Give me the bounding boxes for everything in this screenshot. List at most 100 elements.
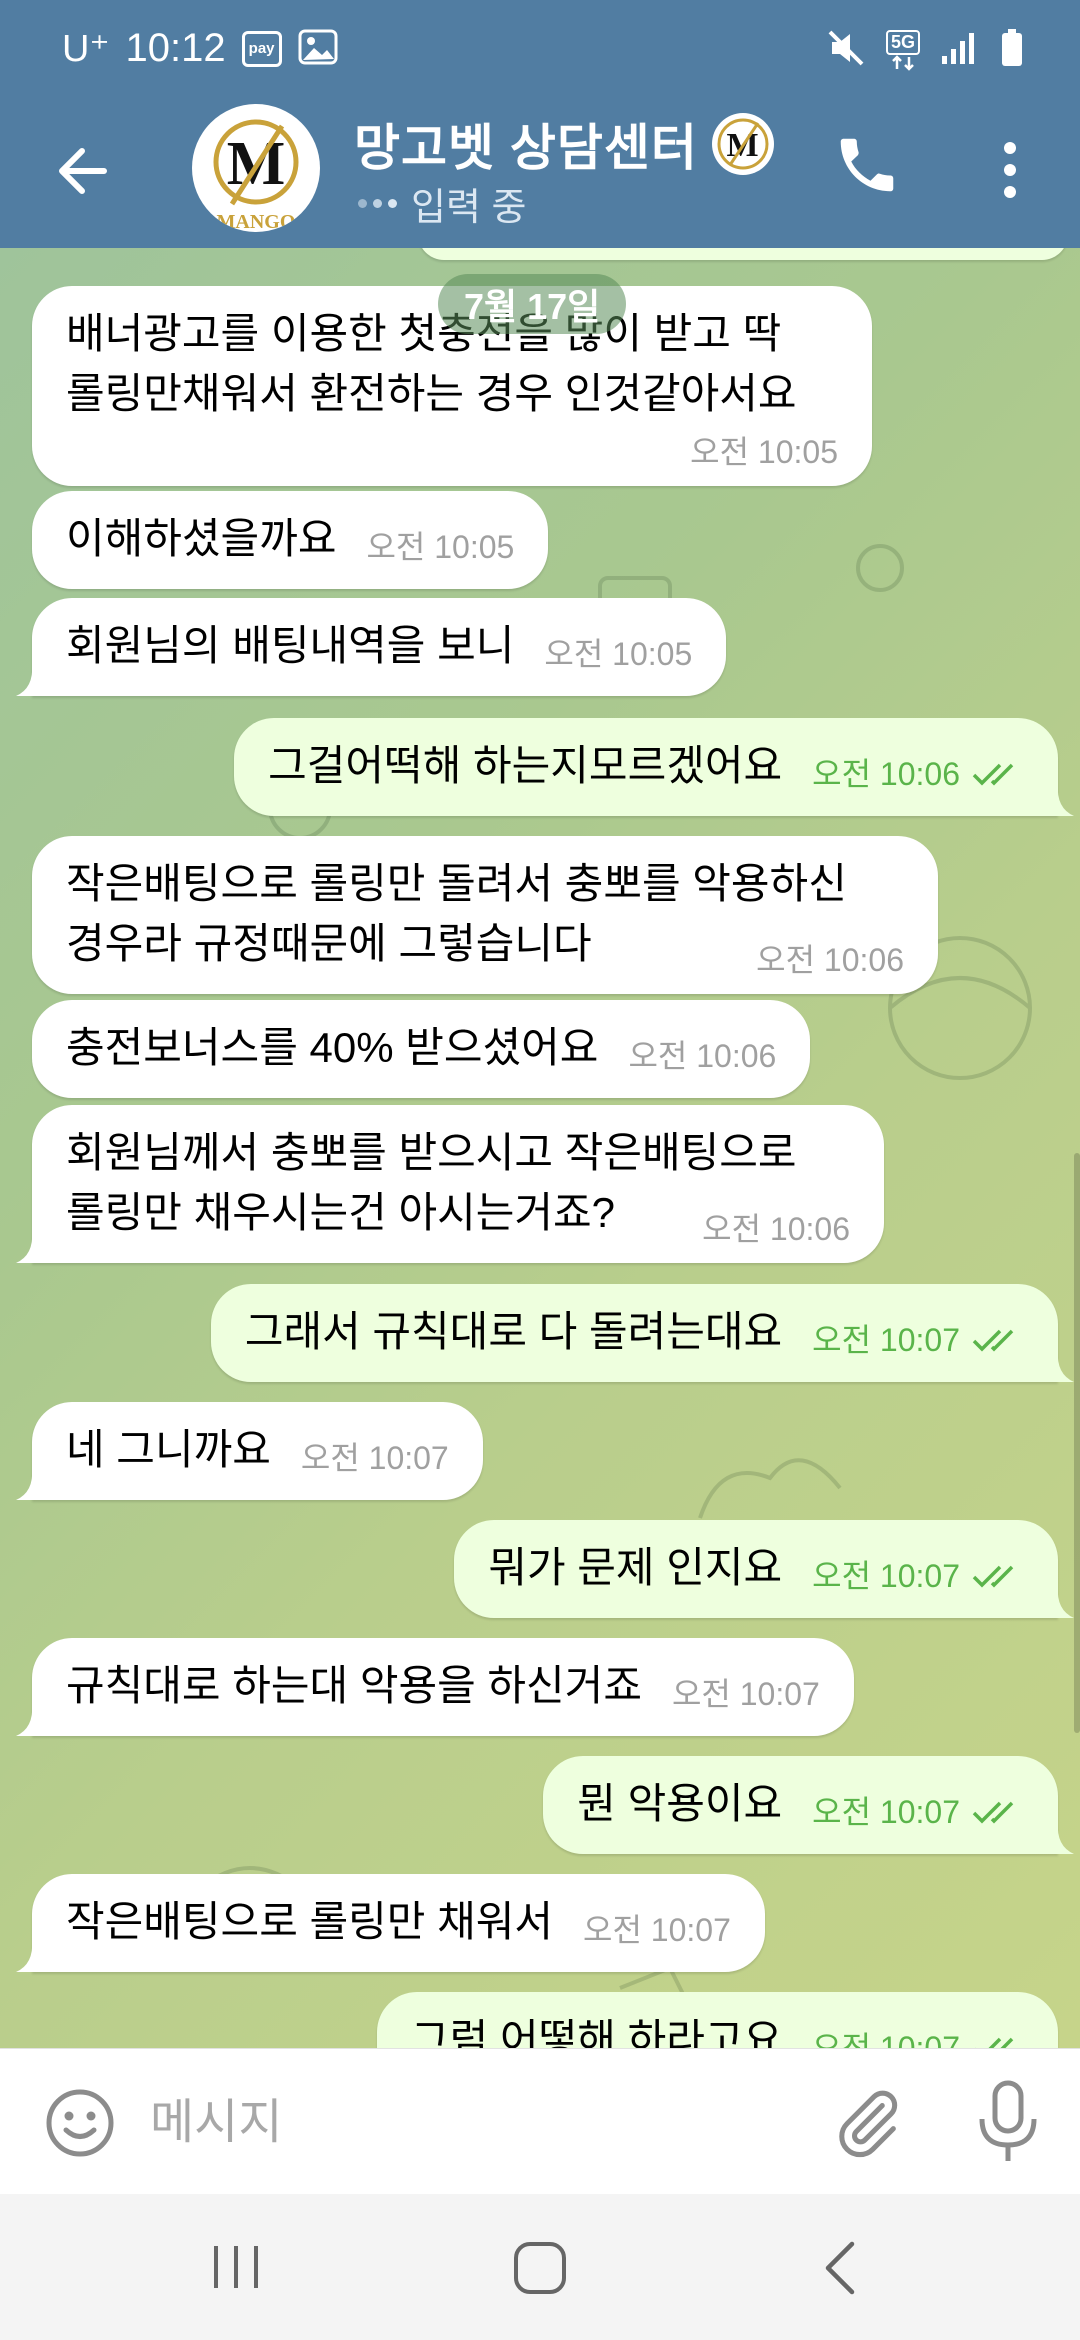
more-options-button[interactable]: [990, 130, 1030, 210]
bubble-tail: [16, 1940, 48, 1972]
back-button[interactable]: [50, 136, 120, 206]
scrollbar[interactable]: [1074, 1153, 1080, 1733]
chevron-left-icon: [825, 2241, 855, 2295]
chat-title[interactable]: 망고벳 상담센터 M: [354, 108, 774, 180]
message-bubble-incoming[interactable]: 이해하셨을까요 오전 10:05: [32, 491, 549, 589]
message-text: 작은배팅으로 롤링만 돌려서 충뽀를 악용하신 경우라 규정때문에 그렇습니다: [66, 860, 847, 967]
message-time: 오전 10:05: [690, 434, 838, 470]
gallery-icon: [298, 29, 338, 69]
carrier-label: U⁺: [62, 28, 110, 70]
message-time: 오전 10:05: [544, 636, 693, 672]
message-bubble-outgoing[interactable]: 그럼 어떻해 하라고요 오전 10:07: [377, 1992, 1058, 2048]
system-back-button[interactable]: [818, 2238, 862, 2298]
message-text: 그걸어떡해 하는지모르겠어요: [268, 742, 783, 789]
bubble-tail: [16, 1231, 48, 1263]
avatar[interactable]: M MANGO: [192, 104, 320, 232]
read-checkmarks-icon: [972, 1801, 1014, 1824]
message-text: 네 그니까요: [66, 1426, 271, 1473]
message-time: 오전 10:05: [366, 529, 515, 565]
mango-badge-icon: M: [711, 113, 774, 175]
message-input[interactable]: [150, 2075, 770, 2169]
bubble-tail: [1042, 784, 1074, 816]
message-text: 작은배팅으로 롤링만 채워서: [66, 1898, 554, 1945]
message-text: 회원님께서 충뽀를 받으시고 작은배팅으로 롤링만 채우시는건 아시는거죠?: [66, 1129, 797, 1236]
date-separator: 7월 17일: [438, 274, 627, 334]
bubble-tail: [16, 1468, 48, 1500]
status-time: 10:12: [125, 26, 226, 70]
voice-record-button[interactable]: [970, 2079, 1046, 2165]
network-label: 5G: [885, 29, 920, 55]
chat-header: M MANGO 망고벳 상담센터 M 입력 중: [0, 100, 1080, 248]
message-bubble-incoming[interactable]: 충전보너스를 40% 받으셨어요 오전 10:06: [32, 1000, 811, 1098]
home-button[interactable]: [510, 2240, 570, 2296]
home-icon: [514, 2242, 566, 2294]
message-text: 충전보너스를 40% 받으셨어요: [66, 1024, 599, 1071]
bubble-tail: [1042, 1586, 1074, 1618]
message-time: 오전 10:07: [812, 2028, 1024, 2048]
call-button[interactable]: [832, 130, 902, 200]
mute-icon: [826, 28, 866, 72]
message-time: 오전 10:07: [583, 1912, 731, 1948]
message-bubble-incoming[interactable]: 작은배팅으로 롤링만 채워서 오전 10:07: [16, 1874, 765, 1972]
bubble-tail: [16, 664, 48, 696]
chat-status-text: 입력 중: [411, 187, 527, 229]
message-time: 오전 10:07: [812, 1792, 1024, 1832]
message-text: 그래서 규칙대로 다 돌려는대요: [244, 1308, 783, 1355]
message-bubble-incoming[interactable]: 회원님의 배팅내역을 보니 오전 10:05: [16, 598, 727, 696]
mango-logo-icon: M MANGO: [194, 106, 318, 232]
message-text: 배너광고를 이용한 첫충전을 많이 받고 딱 롤링만채워서 환전하는 경우 인것…: [66, 310, 797, 417]
status-bar: U⁺ 10:12 pay 5G: [0, 0, 1080, 100]
message-text: 뭔 악용이요: [577, 1780, 783, 1827]
microphone-icon: [979, 2080, 1037, 2161]
back-arrow-icon: [59, 148, 107, 194]
message-bubble-outgoing[interactable]: 뭔 악용이요 오전 10:07: [543, 1756, 1074, 1854]
message-time: 오전 10:07: [300, 1440, 449, 1476]
recent-apps-button[interactable]: [208, 2240, 264, 2294]
read-checkmarks-icon: [975, 2037, 1014, 2048]
chat-status: 입력 중: [358, 176, 526, 231]
message-composer: [0, 2048, 1080, 2194]
message-time: 오전 10:06: [702, 1211, 850, 1247]
message-time: 오전 10:07: [812, 1556, 1024, 1596]
bubble-tail: [1042, 1822, 1074, 1854]
message-time: 오전 10:06: [628, 1038, 777, 1074]
pay-icon: pay: [241, 30, 282, 67]
bubble-tail: [16, 1704, 48, 1736]
system-navigation-bar: [0, 2194, 1080, 2340]
bubble-tail: [1042, 1350, 1074, 1382]
typing-dots-icon: [358, 199, 397, 208]
message-time: 오전 10:06: [812, 754, 1024, 794]
message-bubble-outgoing[interactable]: 그걸어떡해 하는지모르겠어요 오전 10:06: [234, 718, 1074, 816]
message-bubble-outgoing[interactable]: 뭐가 문제 인지요 오전 10:07: [454, 1520, 1074, 1618]
smiley-icon: [46, 2089, 114, 2157]
chat-title-text: 망고벳 상담센터: [354, 120, 698, 176]
more-vertical-icon: [1004, 142, 1016, 198]
message-text: 그럼 어떻해 하라고요: [411, 2016, 783, 2048]
battery-icon: [1000, 28, 1024, 72]
emoji-button[interactable]: [44, 2087, 116, 2159]
chat-messages-area[interactable]: 7월 17일 배너광고를 이용한 첫충전을 많이 받고 딱 롤링만채워서 환전하…: [0, 248, 1080, 2048]
message-bubble-incoming[interactable]: 규칙대로 하는대 악용을 하신거죠 오전 10:07: [16, 1638, 854, 1736]
message-time: 오전 10:06: [756, 942, 904, 978]
phone-icon: [840, 138, 894, 192]
recent-apps-icon: [214, 2246, 258, 2288]
message-time: 오전 10:07: [812, 1320, 1024, 1360]
read-checkmarks-icon: [972, 763, 1014, 786]
svg-text:MANGO: MANGO: [217, 211, 296, 232]
message-bubble-outgoing[interactable]: 그래서 규칙대로 다 돌려는대요 오전 10:07: [210, 1284, 1074, 1382]
paperclip-icon: [839, 2090, 898, 2158]
message-text: 규칙대로 하는대 악용을 하신거죠: [66, 1662, 642, 1709]
message-bubble-incoming[interactable]: 작은배팅으로 롤링만 돌려서 충뽀를 악용하신 경우라 규정때문에 그렇습니다 …: [32, 836, 938, 994]
message-text: 이해하셨을까요: [66, 515, 337, 562]
message-bubble-incoming[interactable]: 네 그니까요 오전 10:07: [16, 1402, 483, 1500]
signal-icon: [940, 30, 980, 70]
attach-button[interactable]: [830, 2085, 906, 2161]
read-checkmarks-icon: [972, 1565, 1014, 1588]
read-checkmarks-icon: [972, 1329, 1014, 1352]
message-bubble-incoming[interactable]: 회원님께서 충뽀를 받으시고 작은배팅으로 롤링만 채우시는건 아시는거죠? 오…: [16, 1105, 884, 1263]
message-text: 회원님의 배팅내역을 보니: [66, 622, 515, 669]
network-5g-icon: 5G: [885, 29, 920, 71]
message-time: 오전 10:07: [671, 1676, 820, 1712]
message-bubble-partial[interactable]: [418, 248, 1068, 260]
message-text: 뭐가 문제 인지요: [488, 1544, 783, 1591]
